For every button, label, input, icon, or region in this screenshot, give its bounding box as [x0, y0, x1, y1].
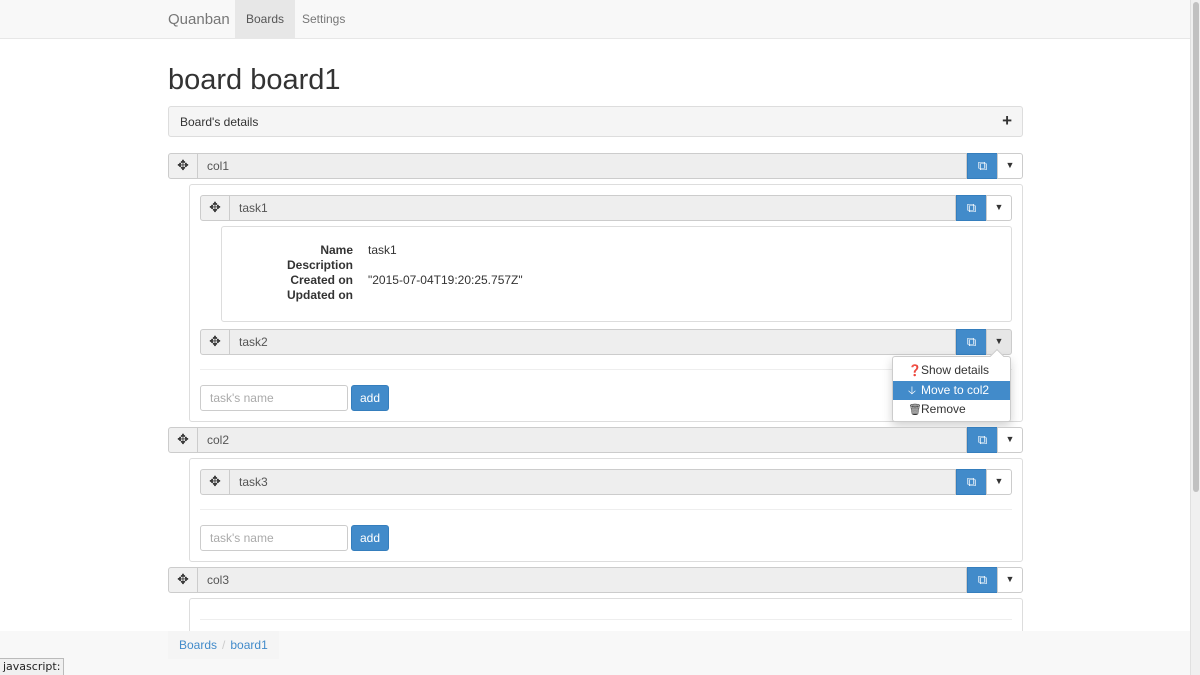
- task-name[interactable]: task2: [229, 329, 956, 355]
- details-name-label: Name: [320, 243, 353, 257]
- divider: [200, 509, 1012, 510]
- scrollbar-thumb[interactable]: [1193, 2, 1199, 492]
- nav-settings[interactable]: Settings: [291, 0, 356, 38]
- breadcrumb-board1[interactable]: board1: [230, 638, 267, 652]
- breadcrumb-separator: /: [222, 638, 226, 652]
- move-handle-icon[interactable]: ✥: [168, 567, 198, 593]
- board-details-panel[interactable]: Board's details +: [168, 106, 1023, 137]
- column-menu-caret-button[interactable]: ▼: [997, 153, 1023, 179]
- brand-link[interactable]: Quanban: [168, 11, 230, 28]
- divider: [200, 369, 1012, 370]
- menu-item-show-details[interactable]: ❓Show details: [893, 361, 1010, 380]
- nav-boards[interactable]: Boards: [235, 0, 296, 38]
- breadcrumb: Boards / board1: [168, 631, 279, 659]
- arrow-down-icon: 🡣: [908, 385, 916, 397]
- task-header-task3: ✥ task3 ⧉ ▼: [200, 469, 1012, 495]
- menu-item-move-to-col2[interactable]: 🡣 Move to col2: [893, 381, 1010, 400]
- task-header-task2: ✥ task2 ⧉ ▼: [200, 329, 1012, 355]
- question-circle-icon: ❓: [908, 365, 922, 377]
- column-header-col3: ✥ col3 ⧉ ▼: [168, 567, 1023, 593]
- column-name[interactable]: col1: [197, 153, 967, 179]
- task-menu-caret-button[interactable]: ▼: [986, 195, 1012, 221]
- task-name[interactable]: task1: [229, 195, 956, 221]
- top-navbar: Quanban Boards Settings: [0, 0, 1190, 39]
- details-created-value: "2015-07-04T19:20:25.757Z": [368, 273, 523, 287]
- open-task-button[interactable]: ⧉: [956, 329, 987, 355]
- open-column-button[interactable]: ⧉: [967, 427, 998, 453]
- vertical-scrollbar[interactable]: [1190, 0, 1200, 675]
- move-handle-icon[interactable]: ✥: [200, 329, 230, 355]
- trash-icon: 🗑: [908, 404, 922, 416]
- column-header-col2: ✥ col2 ⧉ ▼: [168, 427, 1023, 453]
- details-updated-label: Updated on: [287, 288, 353, 302]
- task-menu-caret-button[interactable]: ▼: [986, 469, 1012, 495]
- move-handle-icon[interactable]: ✥: [168, 427, 198, 453]
- open-task-button[interactable]: ⧉: [956, 469, 987, 495]
- footer-bar: Boards / board1: [0, 631, 1190, 675]
- board-details-label: Board's details: [180, 115, 259, 129]
- task-header-task1: ✥ task1 ⧉ ▼: [200, 195, 1012, 221]
- details-name-value: task1: [368, 243, 397, 257]
- open-column-button[interactable]: ⧉: [967, 153, 998, 179]
- task-dropdown-menu: ❓Show details 🡣 Move to col2 🗑Remove: [892, 348, 1011, 422]
- task-name-input[interactable]: [200, 385, 348, 411]
- add-task-button[interactable]: add: [351, 385, 389, 411]
- task-name[interactable]: task3: [229, 469, 956, 495]
- expand-plus-icon[interactable]: +: [1002, 111, 1012, 131]
- column-name[interactable]: col3: [197, 567, 967, 593]
- column-name[interactable]: col2: [197, 427, 967, 453]
- task-name-input[interactable]: [200, 525, 348, 551]
- details-description-label: Description: [286, 258, 353, 272]
- page-title: board board1: [168, 64, 341, 96]
- details-created-label: Created on: [290, 273, 353, 287]
- task-details-panel: Name task1 Description Created on "2015-…: [221, 226, 1012, 322]
- breadcrumb-boards[interactable]: Boards: [179, 638, 217, 652]
- open-column-button[interactable]: ⧉: [967, 567, 998, 593]
- menu-item-remove[interactable]: 🗑Remove: [893, 400, 1010, 419]
- open-task-button[interactable]: ⧉: [956, 195, 987, 221]
- add-task-button[interactable]: add: [351, 525, 389, 551]
- move-handle-icon[interactable]: ✥: [200, 469, 230, 495]
- divider: [200, 619, 1012, 620]
- status-bar: javascript:: [0, 658, 65, 675]
- column-menu-caret-button[interactable]: ▼: [997, 567, 1023, 593]
- column-menu-caret-button[interactable]: ▼: [997, 427, 1023, 453]
- move-handle-icon[interactable]: ✥: [200, 195, 230, 221]
- column-header-col1: ✥ col1 ⧉ ▼: [168, 153, 1023, 179]
- move-handle-icon[interactable]: ✥: [168, 153, 198, 179]
